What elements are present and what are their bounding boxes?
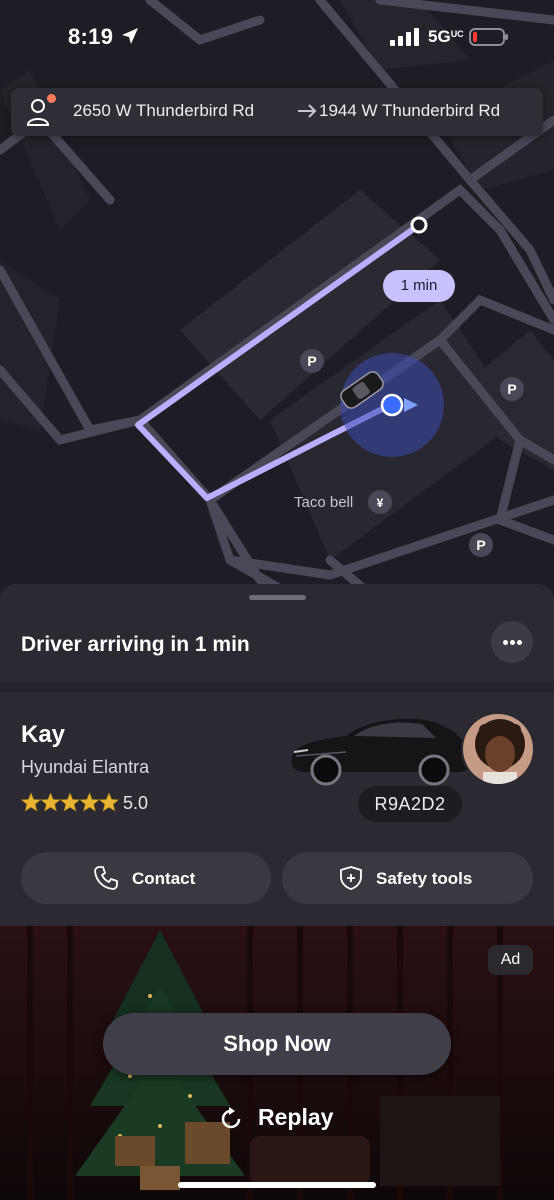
car-image (291, 718, 470, 786)
svg-text:P: P (507, 381, 516, 397)
star-icon (59, 792, 81, 812)
svg-text:P: P (307, 353, 316, 369)
svg-text:¥: ¥ (377, 496, 384, 510)
star-icon (40, 792, 61, 812)
driver-rating: 5.0 (123, 793, 149, 813)
driver-photo (463, 714, 533, 784)
driver-avatar[interactable] (461, 712, 535, 786)
car-model: Hyundai Elantra (21, 757, 150, 777)
status-bar: 8:19 5GUC (0, 0, 554, 76)
network-type: 5GUC (428, 27, 464, 46)
more-icon (503, 640, 508, 645)
sheet-title: Driver arriving in 1 min (21, 633, 250, 656)
status-time: 8:19 (68, 24, 114, 49)
replay-label: Replay (258, 1104, 334, 1130)
sheet-drag-handle[interactable] (249, 595, 306, 600)
driver-name: Kay (21, 721, 66, 748)
safety-tools-button[interactable]: Safety tools (282, 852, 533, 904)
phone-icon (94, 866, 118, 890)
star-icon (98, 792, 119, 812)
battery-icon (469, 28, 508, 46)
location-arrow-icon (122, 28, 138, 44)
rating-stars (21, 792, 119, 812)
route-summary-card[interactable]: 2650 W Thunderbird Rd 1944 W Thunderbird… (11, 88, 543, 136)
replay-icon (221, 1107, 241, 1129)
safety-tools-label: Safety tools (376, 869, 473, 888)
home-indicator[interactable] (178, 1182, 376, 1188)
replay-button[interactable]: Replay (218, 1102, 348, 1134)
star-icon (21, 792, 42, 812)
contact-label: Contact (132, 869, 196, 888)
driver-bottom-sheet[interactable]: Driver arriving in 1 min Kay Hyundai Ela… (0, 584, 554, 926)
star-icon (79, 792, 100, 812)
license-plate: R9A2D2 (358, 786, 462, 822)
person-icon (26, 99, 50, 126)
shop-now-button[interactable]: Shop Now (103, 1013, 451, 1075)
shield-icon (340, 866, 362, 890)
route-pickup-address: 2650 W Thunderbird Rd (73, 101, 255, 120)
contact-button[interactable]: Contact (21, 852, 271, 904)
sheet-divider (0, 682, 554, 692)
poi-label-taco-bell[interactable]: Taco bell (294, 494, 353, 511)
ride-screen: P P P ¥ 1 min Taco bell 8:19 5GUC 2650 W… (0, 0, 554, 1200)
svg-text:P: P (476, 537, 485, 553)
more-options-button[interactable] (491, 621, 533, 663)
ad-badge: Ad (488, 945, 533, 975)
arrow-right-icon (298, 104, 317, 118)
route-dropoff-address: 1944 W Thunderbird Rd (319, 101, 501, 120)
cellular-signal-icon (390, 28, 419, 46)
ad-banner[interactable]: Ad Shop Now Replay (0, 926, 554, 1200)
eta-pill: 1 min (383, 270, 455, 302)
notification-dot (47, 94, 56, 103)
